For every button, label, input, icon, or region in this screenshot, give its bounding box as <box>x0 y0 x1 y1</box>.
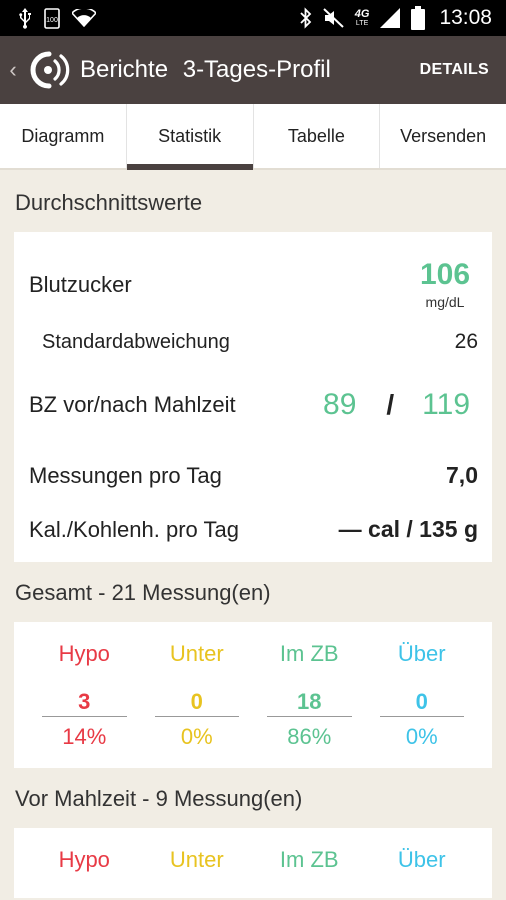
under-column: Unter 0 0% <box>141 622 254 768</box>
hypo-column: Hypo 3 14% <box>28 622 141 768</box>
network-label: 4G <box>354 8 370 20</box>
tab-diagramm[interactable]: Diagramm <box>0 104 127 168</box>
before-meal-distribution-card: Hypo Unter Im ZB Über <box>14 828 492 898</box>
page-title: Berichte 3-Tages-Profil <box>80 56 420 84</box>
measurements-per-day-value: 7,0 <box>446 462 478 488</box>
under-percent: 0% <box>180 724 213 749</box>
pre-in-range-label: Im ZB <box>279 847 339 872</box>
pre-hypo-column: Hypo <box>28 828 141 898</box>
pre-under-column: Unter <box>141 828 254 898</box>
cal-carbs-value: — cal / 135 g <box>338 516 478 542</box>
in-range-label: Im ZB <box>279 641 339 666</box>
pre-post-meal-values: 89 / 119 <box>323 388 470 422</box>
network-sub-label: LTE <box>355 20 369 27</box>
mute-icon <box>323 8 345 28</box>
wifi-icon <box>72 9 96 27</box>
battery-level-icon: 100 <box>44 7 60 29</box>
battery-icon <box>411 6 426 30</box>
cal-carbs-row: Kal./Kohlenh. pro Tag — cal / 135 g <box>29 516 478 543</box>
pre-hypo-label: Hypo <box>58 847 110 872</box>
clock: 13:08 <box>439 6 492 29</box>
std-dev-label: Standardabweichung <box>42 330 230 353</box>
before-meal-title: Vor Mahlzeit - 9 Messung(en) <box>15 786 303 811</box>
pre-in-range-column: Im ZB <box>253 828 366 898</box>
over-label: Über <box>397 641 446 666</box>
over-count: 0 <box>379 689 464 717</box>
blood-sugar-row: Blutzucker 106 mg/dL <box>29 258 478 311</box>
pre-over-column: Über <box>366 828 479 898</box>
under-count: 0 <box>154 689 239 717</box>
pre-under-label: Unter <box>169 847 224 872</box>
hypo-percent: 14% <box>62 724 107 749</box>
blood-sugar-value: 106 <box>419 258 471 291</box>
blood-sugar-label: Blutzucker <box>29 272 132 297</box>
report-title: 3-Tages-Profil <box>182 56 331 83</box>
back-chevron-icon[interactable]: ‹ <box>2 57 24 83</box>
averages-card: Blutzucker 106 mg/dL Standardabweichung … <box>14 232 492 562</box>
averages-title: Durchschnittswerte <box>15 190 203 215</box>
pre-over-label: Über <box>397 847 446 872</box>
action-bar: ‹ Berichte 3-Tages-Profil DETAILS <box>0 36 506 104</box>
pre-post-separator: / <box>386 389 395 420</box>
in-range-percent: 86% <box>287 724 332 749</box>
usb-icon <box>18 7 32 29</box>
total-measurements-title: Gesamt - 21 Messung(en) <box>15 580 271 605</box>
bluetooth-icon <box>299 7 313 29</box>
svg-text:100: 100 <box>46 17 58 24</box>
measurements-per-day-row: Messungen pro Tag 7,0 <box>29 462 478 489</box>
pre-post-meal-row: BZ vor/nach Mahlzeit 89 / 119 <box>29 388 478 422</box>
pre-post-meal-label: BZ vor/nach Mahlzeit <box>29 392 236 417</box>
over-percent: 0% <box>405 724 438 749</box>
under-label: Unter <box>169 641 224 666</box>
app-logo-icon[interactable] <box>28 49 70 91</box>
measurements-per-day-label: Messungen pro Tag <box>29 462 222 488</box>
statistics-content[interactable]: Durchschnittswerte Blutzucker 106 mg/dL … <box>0 172 506 898</box>
tab-versenden[interactable]: Versenden <box>380 104 506 168</box>
tab-statistik[interactable]: Statistik <box>126 104 254 170</box>
blood-sugar-unit: mg/dL <box>425 294 465 310</box>
hypo-count: 3 <box>42 689 127 717</box>
std-dev-value: 26 <box>454 330 478 353</box>
section-title: Berichte <box>80 56 169 83</box>
details-button[interactable]: DETAILS <box>420 61 489 79</box>
status-bar: 100 4G LTE 13:08 <box>0 0 506 36</box>
pre-meal-value: 89 <box>323 388 357 421</box>
in-range-count: 18 <box>267 689 352 717</box>
network-type: 4G LTE <box>354 8 370 28</box>
cal-carbs-label: Kal./Kohlenh. pro Tag <box>29 516 239 542</box>
hypo-label: Hypo <box>58 641 110 666</box>
total-distribution-card: Hypo 3 14% Unter 0 0% Im ZB 18 86% Über … <box>14 622 492 768</box>
in-range-column: Im ZB 18 86% <box>253 622 366 768</box>
tab-bar: Diagramm Statistik Tabelle Versenden <box>0 104 506 170</box>
tab-tabelle[interactable]: Tabelle <box>254 104 381 168</box>
over-column: Über 0 0% <box>366 622 479 768</box>
signal-icon <box>379 7 401 29</box>
std-dev-row: Standardabweichung 26 <box>29 330 478 354</box>
blood-sugar-value-group: 106 mg/dL <box>412 258 478 311</box>
post-meal-value: 119 <box>422 388 470 421</box>
